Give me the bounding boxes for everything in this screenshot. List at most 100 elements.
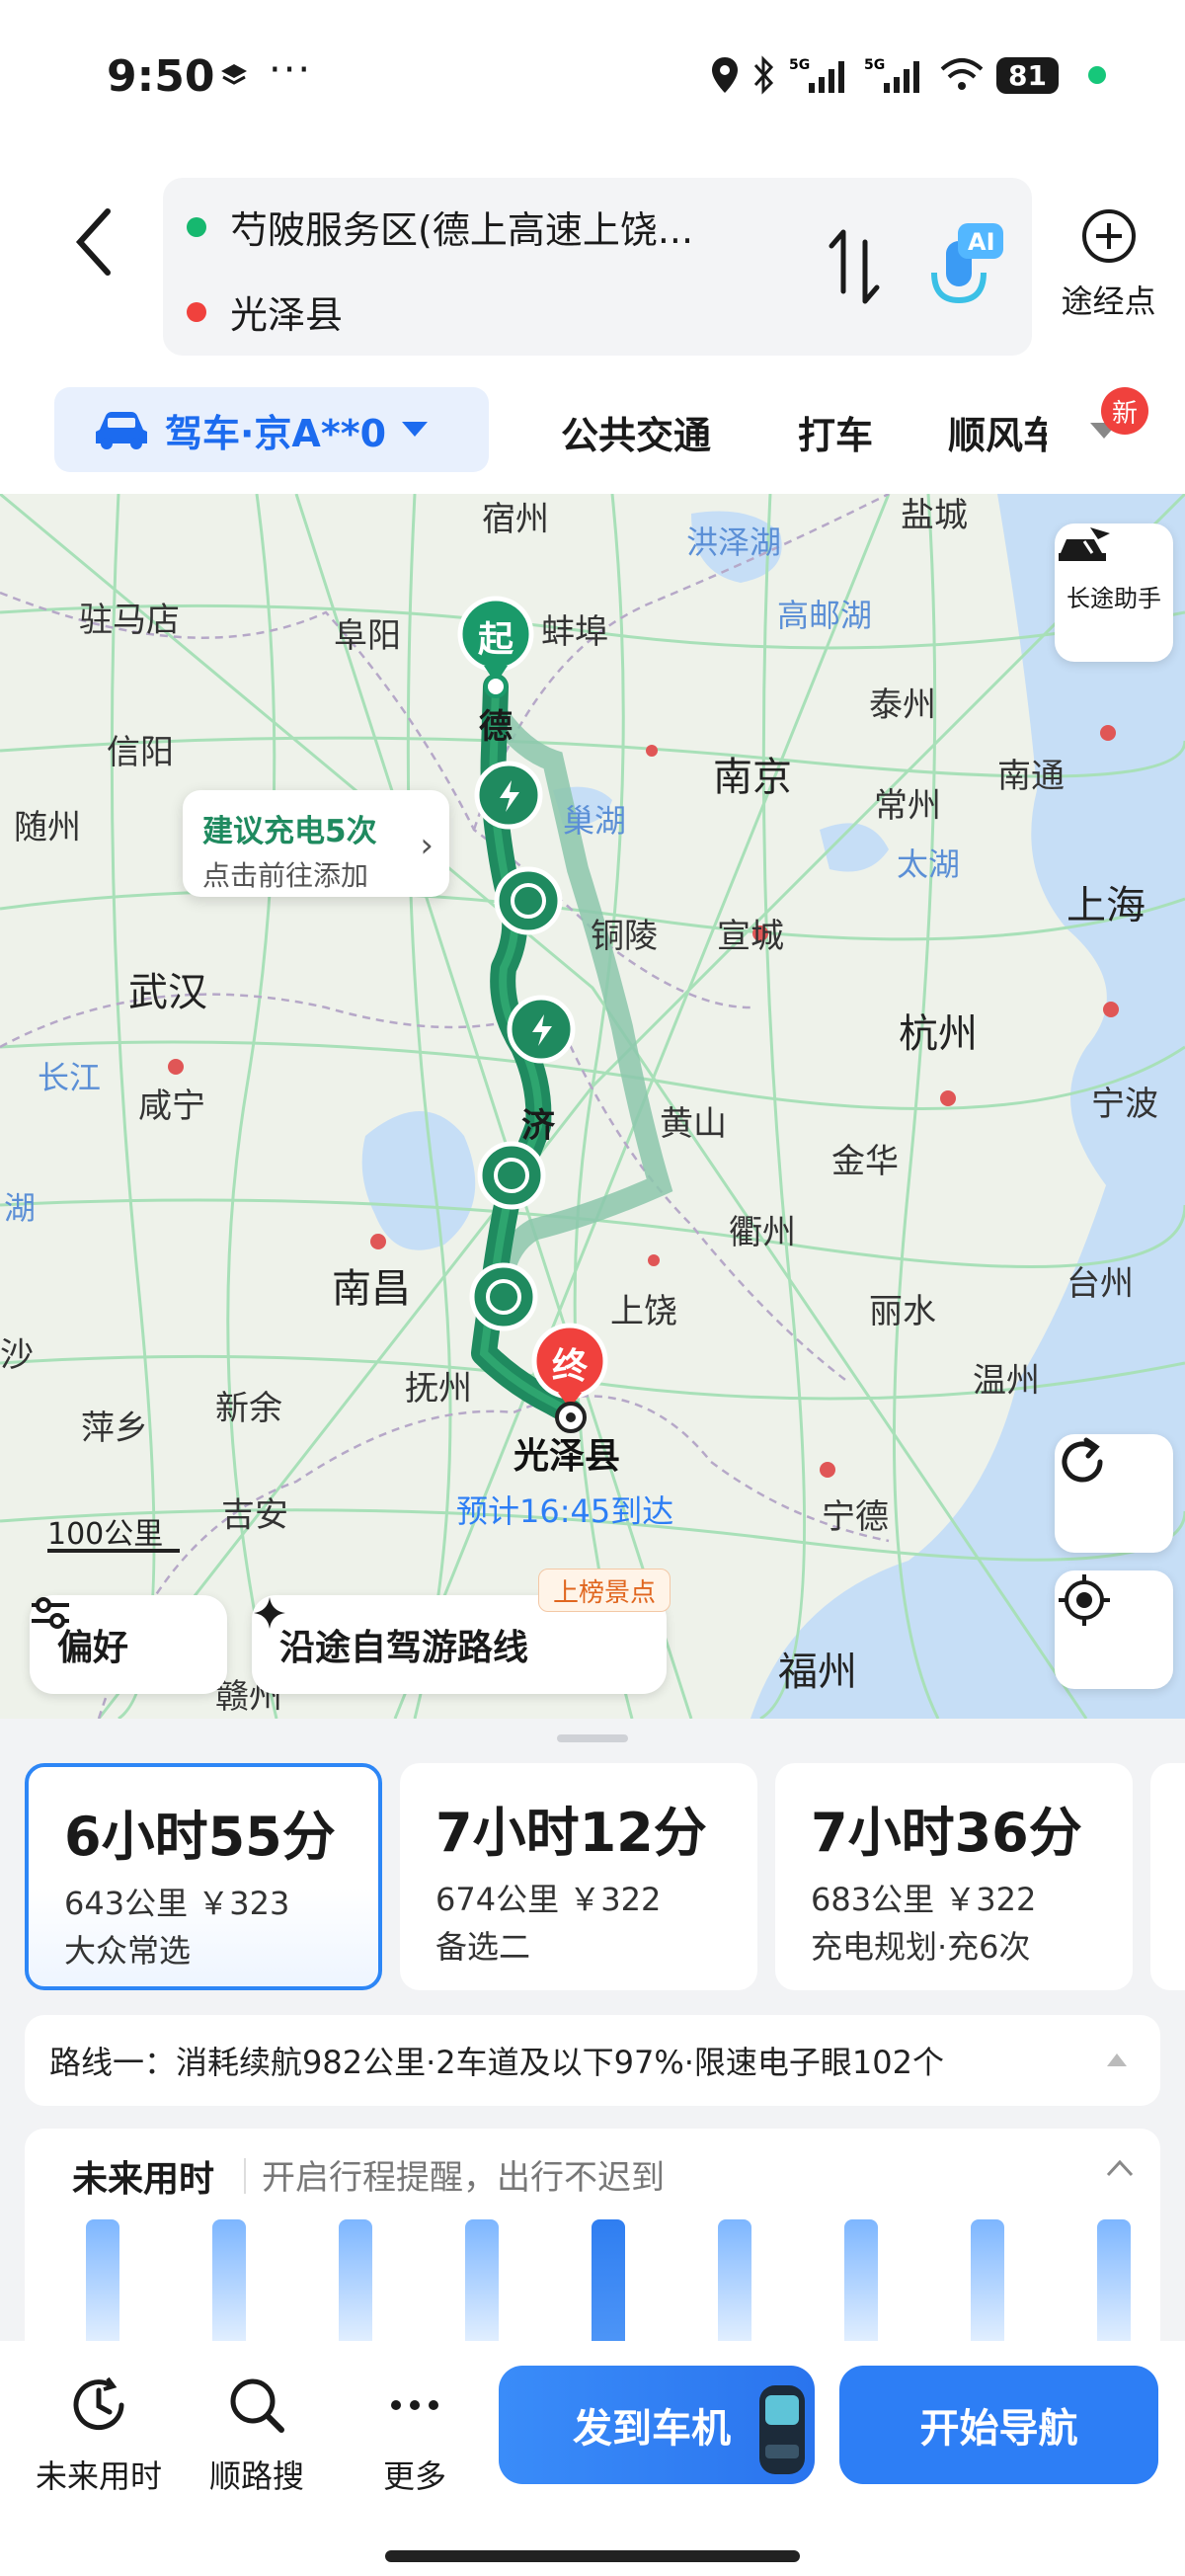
more-dots-icon xyxy=(391,2400,438,2410)
time-bar[interactable] xyxy=(718,2219,751,2341)
charge-suggestion-callout[interactable]: 建议充电5次 点击前往添加 › xyxy=(183,790,449,897)
route-tag: 大众常选 xyxy=(64,1932,192,1970)
city-label: 南昌 xyxy=(332,1266,411,1312)
route-tag: 备选二 xyxy=(435,1928,531,1966)
city-label: 盐城 xyxy=(901,496,968,535)
charging-stop-marker[interactable] xyxy=(507,995,576,1064)
layers-icon xyxy=(221,64,247,85)
time-bar[interactable] xyxy=(339,2219,372,2341)
back-button[interactable] xyxy=(59,188,128,296)
city-label: 宁德 xyxy=(822,1497,889,1537)
city-label: 衢州 xyxy=(729,1213,796,1252)
ai-voice-icon[interactable]: AI xyxy=(918,217,1007,316)
privacy-dot xyxy=(1088,66,1106,84)
refresh-button[interactable] xyxy=(1055,1434,1173,1553)
sheet-handle[interactable] xyxy=(557,1734,628,1742)
service-area-marker[interactable] xyxy=(494,866,563,935)
add-waypoint-button[interactable]: 途经点 xyxy=(1052,207,1165,322)
route-stats: 643公里 ￥323 xyxy=(64,1885,290,1922)
along-route-search-button[interactable]: 顺路搜 xyxy=(183,2373,331,2497)
route-option-2[interactable]: 7小时12分 674公里 ￥322 备选二 xyxy=(400,1763,757,1990)
car-assistant-icon xyxy=(1059,527,1110,561)
time-bar-current[interactable] xyxy=(592,2219,625,2341)
map-scale-label: 100公里 xyxy=(47,1517,164,1552)
scenic-route-label: 沿途自驾游路线 xyxy=(279,1628,529,1668)
battery-indicator: 81 xyxy=(996,56,1059,94)
city-label: 随州 xyxy=(14,808,81,847)
refresh-icon xyxy=(1062,1437,1103,1483)
route-option-4-peek[interactable] xyxy=(1150,1763,1185,1990)
tab-taxi[interactable]: 打车 xyxy=(798,405,873,459)
signal-5g-icon: 5G xyxy=(789,57,845,93)
destination-map-label: 光泽县 xyxy=(514,1436,621,1477)
city-label: 萍乡 xyxy=(81,1409,148,1448)
city-label: 温州 xyxy=(973,1361,1040,1401)
city-label: 南通 xyxy=(997,757,1065,796)
dropdown-caret-icon xyxy=(402,422,429,437)
send-to-car-button[interactable]: 发到车机 xyxy=(499,2366,815,2484)
time-bar[interactable] xyxy=(971,2219,1004,2341)
route-tag: 充电规划·充6次 xyxy=(811,1928,1031,1966)
chevron-up-icon[interactable] xyxy=(1105,2158,1135,2178)
lake-label: 高邮湖 xyxy=(777,597,873,634)
route-label: 济 xyxy=(521,1106,555,1146)
time-bar[interactable] xyxy=(465,2219,499,2341)
divider xyxy=(244,2158,246,2194)
time-bar[interactable] xyxy=(86,2219,119,2341)
city-label: 咸宁 xyxy=(138,1087,205,1126)
origin-text: 芍陂服务区(德上高速上饶... xyxy=(230,208,694,252)
along-route-search-label: 顺路搜 xyxy=(208,2457,304,2495)
city-label: 沙 xyxy=(0,1335,34,1375)
car-device-icon xyxy=(759,2385,805,2474)
scenic-tag: 上榜景点 xyxy=(538,1569,672,1612)
preferences-button[interactable]: 偏好 xyxy=(30,1595,227,1694)
lake-label: 湖 xyxy=(4,1189,37,1227)
future-time-button[interactable]: 未来用时 xyxy=(25,2373,173,2497)
chevron-right-icon: › xyxy=(420,826,434,865)
long-trip-assistant-button[interactable]: 长途助手 xyxy=(1055,523,1173,662)
assistant-label: 长途助手 xyxy=(1066,584,1161,612)
city-label: 宿州 xyxy=(482,500,549,539)
city-label: 宣城 xyxy=(717,917,784,956)
more-notifications-icon: ··· xyxy=(269,47,313,93)
locate-button[interactable] xyxy=(1055,1570,1173,1689)
city-label: 杭州 xyxy=(899,1011,978,1057)
status-time: 9:50 xyxy=(107,51,215,102)
svg-text:5G: 5G xyxy=(789,57,810,73)
service-area-marker[interactable] xyxy=(477,1141,546,1210)
wifi-icon xyxy=(940,58,984,90)
time-bar[interactable] xyxy=(212,2219,246,2341)
charge-suggestion-title: 建议充电5次 xyxy=(202,814,377,849)
city-label: 阜阳 xyxy=(334,616,401,656)
destination-text: 光泽县 xyxy=(230,293,344,337)
charging-stop-marker[interactable] xyxy=(474,761,543,830)
charge-suggestion-subtitle: 点击前往添加 xyxy=(202,859,369,892)
route-option-3[interactable]: 7小时36分 683公里 ￥322 充电规划·充6次 xyxy=(775,1763,1133,1990)
start-navigation-button[interactable]: 开始导航 xyxy=(839,2366,1158,2484)
tab-transit[interactable]: 公共交通 xyxy=(561,405,711,459)
city-label: 丽水 xyxy=(869,1292,936,1331)
future-time-panel[interactable]: 未来用时 开启行程提醒，出行不迟到 xyxy=(25,2129,1160,2341)
car-icon xyxy=(96,412,147,449)
route-map[interactable]: 起 终 德 济 宿州 盐城 驻马店 阜阳 蚌埠 洪泽湖 高邮湖 泰州 信阳 南京… xyxy=(0,494,1185,1719)
bottom-action-bar: 未来用时 顺路搜 更多 发到车机 开始导航 xyxy=(0,2341,1185,2576)
lake-poyang xyxy=(361,1111,476,1250)
route-info-bar[interactable]: 路线一：消耗续航982公里·2车道及以下97%·限速电子眼102个 xyxy=(25,2015,1160,2106)
city-label: 上饶 xyxy=(610,1292,677,1331)
route-option-1[interactable]: 6小时55分 643公里 ￥323 大众常选 xyxy=(25,1763,382,1990)
swap-icon[interactable] xyxy=(820,222,889,311)
tab-drive[interactable]: 驾车·京A**0 xyxy=(54,387,489,472)
route-header: 芍陂服务区(德上高速上饶... 光泽县 AI 途经点 驾车·京A**0 公共交通… xyxy=(0,158,1185,494)
location-icon xyxy=(712,57,739,93)
time-bar[interactable] xyxy=(844,2219,878,2341)
city-label: 金华 xyxy=(831,1142,899,1181)
service-area-marker[interactable] xyxy=(469,1262,538,1331)
more-button[interactable]: 更多 xyxy=(341,2373,489,2497)
time-bar[interactable] xyxy=(1097,2219,1131,2341)
sparkle-icon xyxy=(254,1597,285,1629)
origin-field[interactable]: 芍陂服务区(德上高速上饶... xyxy=(187,200,693,254)
future-time-title: 未来用时 xyxy=(72,2159,215,2200)
map-scale-bar xyxy=(47,1549,180,1553)
tab-carpool[interactable]: 顺风车 xyxy=(948,405,1047,459)
destination-field[interactable]: 光泽县 xyxy=(187,284,343,339)
